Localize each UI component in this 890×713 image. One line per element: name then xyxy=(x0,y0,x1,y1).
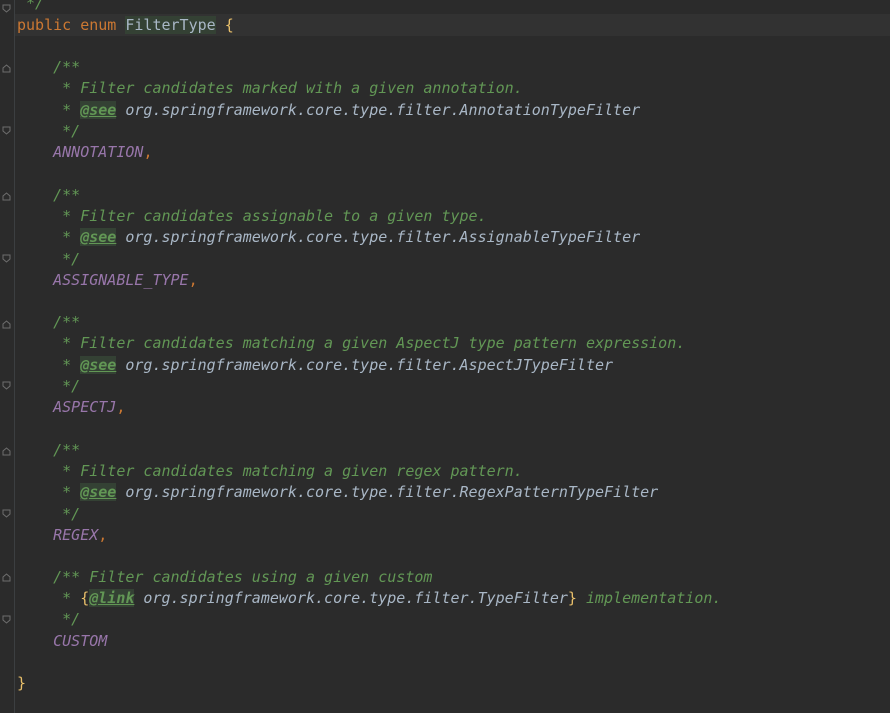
doc-comment-text: */ xyxy=(53,505,81,523)
code-line[interactable]: */ xyxy=(17,376,80,397)
doc-comment-text: * xyxy=(53,101,81,119)
code-line[interactable]: * Filter candidates marked with a given … xyxy=(17,78,523,99)
comma: , xyxy=(98,526,108,544)
close-brace: } xyxy=(17,674,27,692)
javadoc-reference[interactable]: org.springframework.core.type.filter.Ann… xyxy=(116,101,640,119)
fold-marker-icon[interactable] xyxy=(2,381,11,390)
code-line[interactable]: /** xyxy=(17,185,80,206)
code-line[interactable]: */ xyxy=(17,0,44,14)
doc-comment-text: /** xyxy=(53,58,81,76)
enum-name: FilterType xyxy=(125,16,216,34)
doc-comment-text: * xyxy=(53,483,81,501)
doc-comment-text: * Filter candidates assignable to a give… xyxy=(53,207,487,225)
javadoc-reference[interactable]: org.springframework.core.type.filter.Reg… xyxy=(116,483,658,501)
doc-comment-text: /** Filter candidates using a given cust… xyxy=(53,568,433,586)
fold-marker-icon[interactable] xyxy=(2,573,11,582)
code-line[interactable]: ASSIGNABLE_TYPE, xyxy=(17,270,198,291)
code-line[interactable]: * {@link org.springframework.core.type.f… xyxy=(17,588,721,609)
doc-comment-text: * Filter candidates matching a given Asp… xyxy=(53,334,686,352)
link-open-brace: { xyxy=(80,589,90,607)
javadoc-tag[interactable]: @see xyxy=(80,483,117,501)
javadoc-tag[interactable]: @see xyxy=(80,356,117,374)
javadoc-reference[interactable]: org.springframework.core.type.filter.Ass… xyxy=(116,228,640,246)
doc-comment-text: /** xyxy=(53,186,81,204)
code-line[interactable]: ANNOTATION, xyxy=(17,142,152,163)
comma: , xyxy=(143,143,153,161)
code-line[interactable]: REGEX, xyxy=(17,525,107,546)
code-line[interactable]: public enum FilterType { xyxy=(17,15,234,36)
doc-comment-text: */ xyxy=(17,0,45,12)
doc-comment-text: */ xyxy=(53,250,81,268)
code-line[interactable]: */ xyxy=(17,249,80,270)
doc-comment-text: * Filter candidates matching a given reg… xyxy=(53,462,523,480)
doc-comment-text: * xyxy=(53,589,81,607)
doc-comment-text: */ xyxy=(53,122,81,140)
code-line[interactable]: /** xyxy=(17,440,80,461)
comma: , xyxy=(116,398,126,416)
editor-gutter xyxy=(0,0,15,713)
code-line[interactable]: */ xyxy=(17,609,80,630)
fold-marker-icon[interactable] xyxy=(2,447,11,456)
javadoc-tag[interactable]: @see xyxy=(80,228,117,246)
javadoc-reference[interactable]: org.springframework.core.type.filter.Typ… xyxy=(134,589,567,607)
code-line[interactable]: ASPECTJ, xyxy=(17,397,125,418)
code-line[interactable]: * @see org.springframework.core.type.fil… xyxy=(17,355,613,376)
doc-comment-text: implementation. xyxy=(576,589,722,607)
doc-comment-text: /** xyxy=(53,313,81,331)
javadoc-reference[interactable]: org.springframework.core.type.filter.Asp… xyxy=(116,356,613,374)
keyword: enum xyxy=(80,16,117,34)
fold-marker-icon[interactable] xyxy=(2,192,11,201)
fold-marker-icon[interactable] xyxy=(2,4,11,13)
fold-marker-icon[interactable] xyxy=(2,126,11,135)
code-line[interactable]: /** Filter candidates using a given cust… xyxy=(17,567,432,588)
code-line[interactable]: * @see org.springframework.core.type.fil… xyxy=(17,227,640,248)
code-line[interactable]: } xyxy=(17,673,26,694)
fold-marker-icon[interactable] xyxy=(2,615,11,624)
code-line[interactable]: * @see org.springframework.core.type.fil… xyxy=(17,100,640,121)
code-line[interactable]: */ xyxy=(17,504,80,525)
code-editor[interactable]: */ public enum FilterType { /** * Filter… xyxy=(0,0,890,713)
javadoc-tag[interactable]: @link xyxy=(89,589,135,607)
doc-comment-text: * xyxy=(53,228,81,246)
link-close-brace: } xyxy=(567,589,577,607)
fold-marker-icon[interactable] xyxy=(2,254,11,263)
code-line[interactable]: * @see org.springframework.core.type.fil… xyxy=(17,482,658,503)
code-line[interactable]: * Filter candidates matching a given reg… xyxy=(17,461,523,482)
javadoc-tag[interactable]: @see xyxy=(80,101,117,119)
fold-marker-icon[interactable] xyxy=(2,320,11,329)
doc-comment-text: */ xyxy=(53,377,81,395)
code-line[interactable]: */ xyxy=(17,121,80,142)
fold-marker-icon[interactable] xyxy=(2,509,11,518)
enum-constant[interactable]: REGEX xyxy=(53,526,98,544)
fold-marker-icon[interactable] xyxy=(2,64,11,73)
code-line[interactable]: /** xyxy=(17,312,80,333)
code-line[interactable]: * Filter candidates assignable to a give… xyxy=(17,206,487,227)
open-brace: { xyxy=(224,16,234,34)
comma: , xyxy=(188,271,198,289)
code-line[interactable]: CUSTOM xyxy=(17,631,107,652)
enum-constant[interactable]: ASPECTJ xyxy=(53,398,116,416)
doc-comment-text: * Filter candidates marked with a given … xyxy=(53,79,523,97)
doc-comment-text: /** xyxy=(53,441,81,459)
doc-comment-text: * xyxy=(53,356,81,374)
code-line[interactable]: /** xyxy=(17,57,80,78)
enum-constant[interactable]: ASSIGNABLE_TYPE xyxy=(53,271,188,289)
keyword: public xyxy=(17,16,72,34)
code-line[interactable]: * Filter candidates matching a given Asp… xyxy=(17,333,685,354)
enum-constant[interactable]: CUSTOM xyxy=(53,632,107,650)
doc-comment-text: */ xyxy=(53,610,81,628)
enum-constant[interactable]: ANNOTATION xyxy=(53,143,143,161)
